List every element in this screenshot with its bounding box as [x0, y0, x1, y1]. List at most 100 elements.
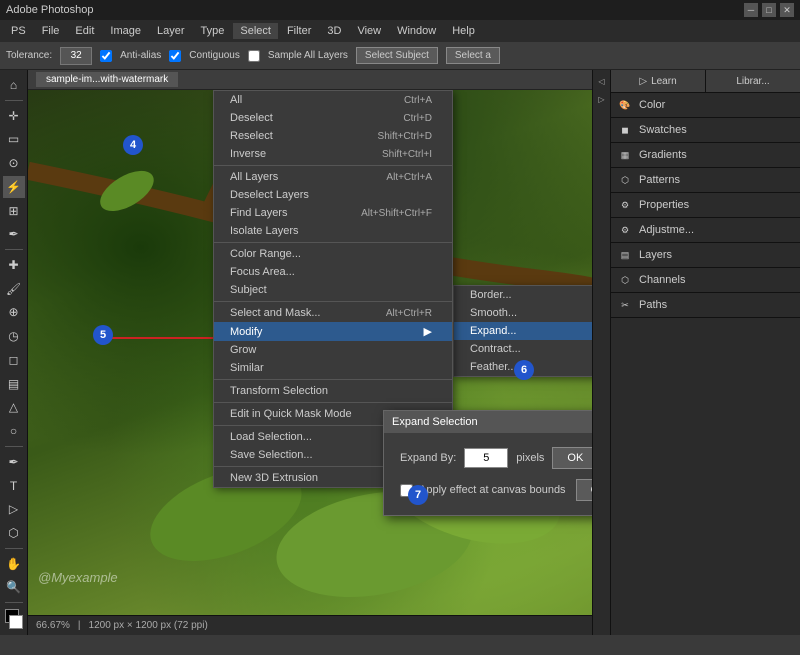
status-divider: | [78, 620, 81, 631]
paths-panel-header[interactable]: ✂ Paths [611, 293, 800, 317]
menu-3d[interactable]: 3D [320, 23, 348, 39]
contiguous-label: Contiguous [189, 50, 240, 61]
menu-grow[interactable]: Grow [214, 341, 452, 359]
dialog-title: Expand Selection [392, 416, 478, 428]
brush-tool[interactable]: 🖌 [3, 278, 25, 300]
history-tool[interactable]: ◷ [3, 325, 25, 347]
channels-icon: ⬡ [617, 272, 633, 288]
submenu-smooth[interactable]: Smooth... [454, 304, 592, 322]
canvas-area[interactable]: @Myexample 4 5 6 [28, 90, 592, 615]
swatches-panel-header[interactable]: ◼ Swatches [611, 118, 800, 142]
menu-inverse[interactable]: Inverse Shift+Ctrl+I [214, 145, 452, 163]
channels-panel-header[interactable]: ⬡ Channels [611, 268, 800, 292]
submenu-contract[interactable]: Contract... [454, 340, 592, 358]
crop-tool[interactable]: ⊞ [3, 200, 25, 222]
sep5 [214, 402, 452, 403]
dodge-tool[interactable]: ○ [3, 420, 25, 442]
menu-transform-selection[interactable]: Transform Selection [214, 382, 452, 400]
properties-panel-header[interactable]: ⚙ Properties [611, 193, 800, 217]
menu-focus-area[interactable]: Focus Area... [214, 263, 452, 281]
eyedropper-tool[interactable]: ✒ [3, 223, 25, 245]
menu-ps[interactable]: PS [4, 23, 33, 39]
learn-tab[interactable]: ▷ Learn [611, 70, 705, 92]
menu-layer[interactable]: Layer [150, 23, 192, 39]
marquee-tool[interactable]: ▭ [3, 128, 25, 150]
properties-icon: ⚙ [617, 197, 633, 213]
menu-select[interactable]: Select [233, 23, 278, 39]
paths-label: Paths [639, 299, 667, 311]
mini-btn-1[interactable]: ◁ [595, 74, 609, 88]
move-tool[interactable]: ✛ [3, 105, 25, 127]
sample-all-checkbox[interactable] [248, 50, 260, 62]
mini-btn-2[interactable]: ▷ [595, 92, 609, 106]
swatches-label: Swatches [639, 124, 687, 136]
ok-button[interactable]: OK [552, 447, 592, 469]
menu-similar[interactable]: Similar [214, 359, 452, 377]
menu-file[interactable]: File [35, 23, 67, 39]
cancel-button[interactable]: Cancel [576, 479, 592, 501]
gradient-tool[interactable]: ▤ [3, 373, 25, 395]
canvas-tab[interactable]: sample-im...with-watermark [36, 72, 178, 87]
antialias-checkbox[interactable] [100, 50, 112, 62]
clone-tool[interactable]: ⊕ [3, 302, 25, 324]
patterns-label: Patterns [639, 174, 680, 186]
canvas-tab-bar: sample-im...with-watermark [28, 70, 592, 90]
magic-wand-tool[interactable]: ⚡ [3, 176, 25, 198]
menu-modify[interactable]: Modify ▶ [214, 322, 452, 341]
tolerance-input[interactable] [60, 47, 92, 65]
menu-reselect[interactable]: Reselect Shift+Ctrl+D [214, 127, 452, 145]
options-bar: Tolerance: Anti-alias Contiguous Sample … [0, 42, 800, 70]
menu-all-layers[interactable]: All Layers Alt+Ctrl+A [214, 168, 452, 186]
pen-tool[interactable]: ✒ [3, 451, 25, 473]
menu-all[interactable]: All Ctrl+A [214, 91, 452, 109]
expand-by-input[interactable] [464, 448, 508, 468]
blur-tool[interactable]: △ [3, 397, 25, 419]
left-toolbar: ⌂ ✛ ▭ ⊙ ⚡ ⊞ ✒ ✚ 🖌 ⊕ ◷ ◻ ▤ △ ○ ✒ T ▷ ⬡ ✋ … [0, 70, 28, 635]
select-subject-button[interactable]: Select Subject [356, 47, 438, 64]
menu-image[interactable]: Image [103, 23, 148, 39]
shape-tool[interactable]: ⬡ [3, 522, 25, 544]
menu-view[interactable]: View [350, 23, 388, 39]
eraser-tool[interactable]: ◻ [3, 349, 25, 371]
restore-button[interactable]: □ [762, 3, 776, 17]
menu-filter[interactable]: Filter [280, 23, 318, 39]
contiguous-checkbox[interactable] [169, 50, 181, 62]
menu-type[interactable]: Type [194, 23, 232, 39]
heal-tool[interactable]: ✚ [3, 254, 25, 276]
menu-isolate-layers[interactable]: Isolate Layers [214, 222, 452, 240]
layers-panel-header[interactable]: ▤ Layers [611, 243, 800, 267]
menu-edit[interactable]: Edit [68, 23, 101, 39]
hand-tool[interactable]: ✋ [3, 553, 25, 575]
adjustments-panel-header[interactable]: ⚙ Adjustme... [611, 218, 800, 242]
submenu-expand[interactable]: Expand... [454, 322, 592, 340]
gradients-label: Gradients [639, 149, 687, 161]
pixels-label: pixels [516, 452, 544, 464]
sep3 [214, 301, 452, 302]
zoom-tool[interactable]: 🔍 [3, 577, 25, 599]
tool-divider-3 [5, 446, 23, 447]
minimize-button[interactable]: ─ [744, 3, 758, 17]
menu-window[interactable]: Window [390, 23, 443, 39]
menu-select-and-mask[interactable]: Select and Mask... Alt+Ctrl+R [214, 304, 452, 322]
home-tool[interactable]: ⌂ [3, 74, 25, 96]
submenu-border[interactable]: Border... [454, 286, 592, 304]
menu-deselect-layers[interactable]: Deselect Layers [214, 186, 452, 204]
background-color[interactable] [9, 615, 23, 629]
right-panel: ▷ Learn Librar... 🎨 Color ◼ Swatches ▦ G… [610, 70, 800, 635]
path-tool[interactable]: ▷ [3, 498, 25, 520]
close-button[interactable]: ✕ [780, 3, 794, 17]
libraries-tab[interactable]: Librar... [705, 70, 800, 92]
patterns-panel-header[interactable]: ⬡ Patterns [611, 168, 800, 192]
gradients-panel-header[interactable]: ▦ Gradients [611, 143, 800, 167]
sep1 [214, 165, 452, 166]
menu-help[interactable]: Help [445, 23, 482, 39]
menu-find-layers[interactable]: Find Layers Alt+Shift+Ctrl+F [214, 204, 452, 222]
color-panel-header[interactable]: 🎨 Color [611, 93, 800, 117]
menu-deselect[interactable]: Deselect Ctrl+D [214, 109, 452, 127]
libraries-tab-label: Librar... [736, 76, 769, 87]
menu-subject[interactable]: Subject [214, 281, 452, 299]
menu-color-range[interactable]: Color Range... [214, 245, 452, 263]
lasso-tool[interactable]: ⊙ [3, 152, 25, 174]
text-tool[interactable]: T [3, 475, 25, 497]
select-and-button[interactable]: Select a [446, 47, 500, 64]
